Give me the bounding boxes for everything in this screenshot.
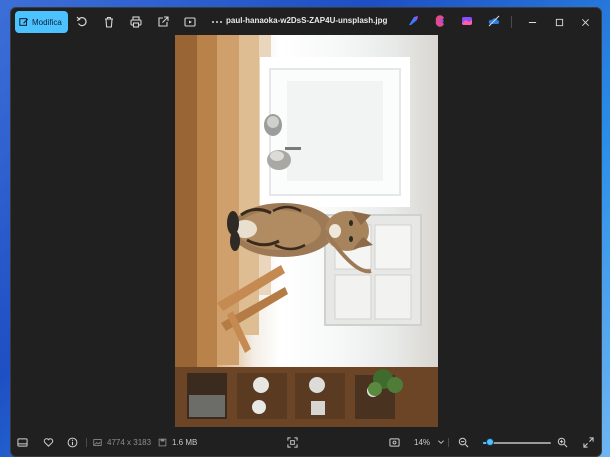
maximize-button[interactable] [550, 13, 568, 31]
edit-icon [19, 18, 29, 26]
designer-icon[interactable] [407, 15, 419, 27]
zoom-in-button[interactable] [557, 435, 568, 449]
dimensions-info: 4774 x 3183 [93, 435, 151, 449]
close-icon [581, 18, 589, 26]
chevron-down-icon [438, 440, 444, 444]
delete-icon [105, 16, 113, 28]
zoom-out-button[interactable] [458, 435, 469, 449]
titlebar-divider [511, 16, 512, 28]
image-dimensions: 4774 x 3183 [107, 437, 152, 447]
fullscreen-button[interactable] [583, 435, 594, 449]
actual-size-button[interactable] [389, 435, 400, 449]
fit-to-screen-icon [287, 436, 298, 448]
photos-app-window: Modifica paul-hanaoka-w2DsS-ZAP4U-unspla… [10, 7, 602, 457]
edit-button[interactable]: Modifica [15, 11, 68, 33]
zoom-out-icon [458, 437, 469, 447]
save-disk-icon [158, 438, 167, 446]
slideshow-button[interactable] [181, 13, 199, 31]
zoom-slider[interactable] [483, 438, 551, 446]
share-button[interactable] [154, 13, 172, 31]
fit-view-button[interactable] [287, 435, 298, 449]
favorite-button[interactable] [43, 435, 54, 449]
onedrive-icon[interactable] [488, 15, 500, 27]
zoom-level: 14% [414, 437, 431, 447]
share-icon [158, 16, 169, 27]
info-button[interactable] [67, 435, 78, 449]
zoom-in-icon [557, 437, 568, 447]
file-name: paul-hanaoka-w2DsS-ZAP4U-unsplash.jpg [226, 16, 388, 25]
statusbar-divider [86, 438, 87, 447]
clipchamp-icon[interactable] [434, 15, 446, 27]
statusbar: 4774 x 3183 1.6 MB 14% [11, 428, 601, 456]
file-size: 1.6 MB [172, 437, 198, 447]
print-icon [130, 16, 142, 28]
print-button[interactable] [127, 13, 145, 31]
delete-button[interactable] [100, 13, 118, 31]
more-button[interactable] [208, 13, 226, 31]
filmstrip-icon [17, 437, 28, 447]
edit-button-label: Modifica [32, 17, 62, 27]
filesize-info: 1.6 MB [158, 435, 197, 449]
titlebar: Modifica paul-hanaoka-w2DsS-ZAP4U-unspla… [11, 8, 601, 36]
heart-icon [43, 437, 54, 447]
more-icon [212, 21, 222, 23]
close-button[interactable] [576, 13, 594, 31]
zoom-dropdown[interactable]: 14% [414, 435, 445, 449]
actual-size-icon [389, 437, 400, 447]
photos-icon[interactable] [461, 15, 473, 27]
minimize-icon [528, 21, 536, 23]
rotate-button[interactable] [73, 13, 91, 31]
fullscreen-icon [583, 436, 594, 448]
slideshow-icon [184, 17, 196, 27]
zoom-slider-thumb[interactable] [485, 438, 494, 446]
cat-photo [175, 35, 438, 427]
zoom-divider [448, 438, 449, 447]
maximize-icon [555, 18, 563, 26]
image-icon [93, 438, 102, 446]
info-icon [67, 437, 78, 447]
filmstrip-button[interactable] [17, 435, 28, 449]
photo-canvas[interactable] [175, 35, 438, 427]
minimize-button[interactable] [523, 13, 541, 31]
rotate-icon [76, 16, 87, 27]
